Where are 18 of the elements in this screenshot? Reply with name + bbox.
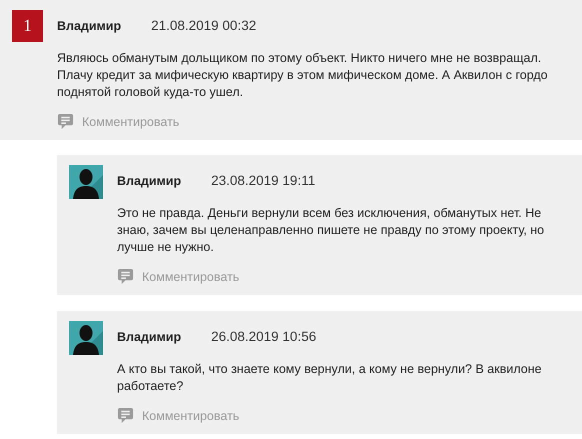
number-badge: 1	[12, 10, 43, 42]
comment-text: Являюсь обманутым дольщиком по этому объект. Никто ничего мне не возвращал. Плачу кредит за мифическую квартиру в этом мифическом доме. А Аквилон с гордо поднятой головой куда-то ушел.	[57, 50, 549, 101]
avatar-icon	[69, 165, 103, 199]
comment-icon	[117, 407, 134, 424]
comment-date: 23.08.2019 19:11	[211, 173, 316, 188]
comment-text: Это не правда. Деньги вернули всем без исключения, обманутых нет. Не знаю, зачем вы целенаправленно пишете не правду по этому проекту, но лучше не нужно.	[117, 205, 546, 256]
comment-icon	[117, 268, 134, 285]
author-name: Владимир	[117, 174, 182, 188]
avatar-icon	[69, 321, 103, 355]
comment-link[interactable]: Комментировать	[142, 270, 240, 284]
author-name: Владимир	[117, 330, 182, 344]
comment-date: 26.08.2019 10:56	[211, 329, 316, 344]
comment-icon	[57, 113, 74, 130]
comment-link[interactable]: Комментировать	[82, 114, 180, 128]
comment-text: А кто вы такой, что знаете кому вернули, а кому не вернули? В аквилоне работаете?	[117, 361, 543, 395]
comment-date: 21.08.2019 00:32	[151, 18, 256, 33]
author-name: Владимир	[57, 19, 122, 33]
comment-link[interactable]: Комментировать	[142, 408, 240, 422]
